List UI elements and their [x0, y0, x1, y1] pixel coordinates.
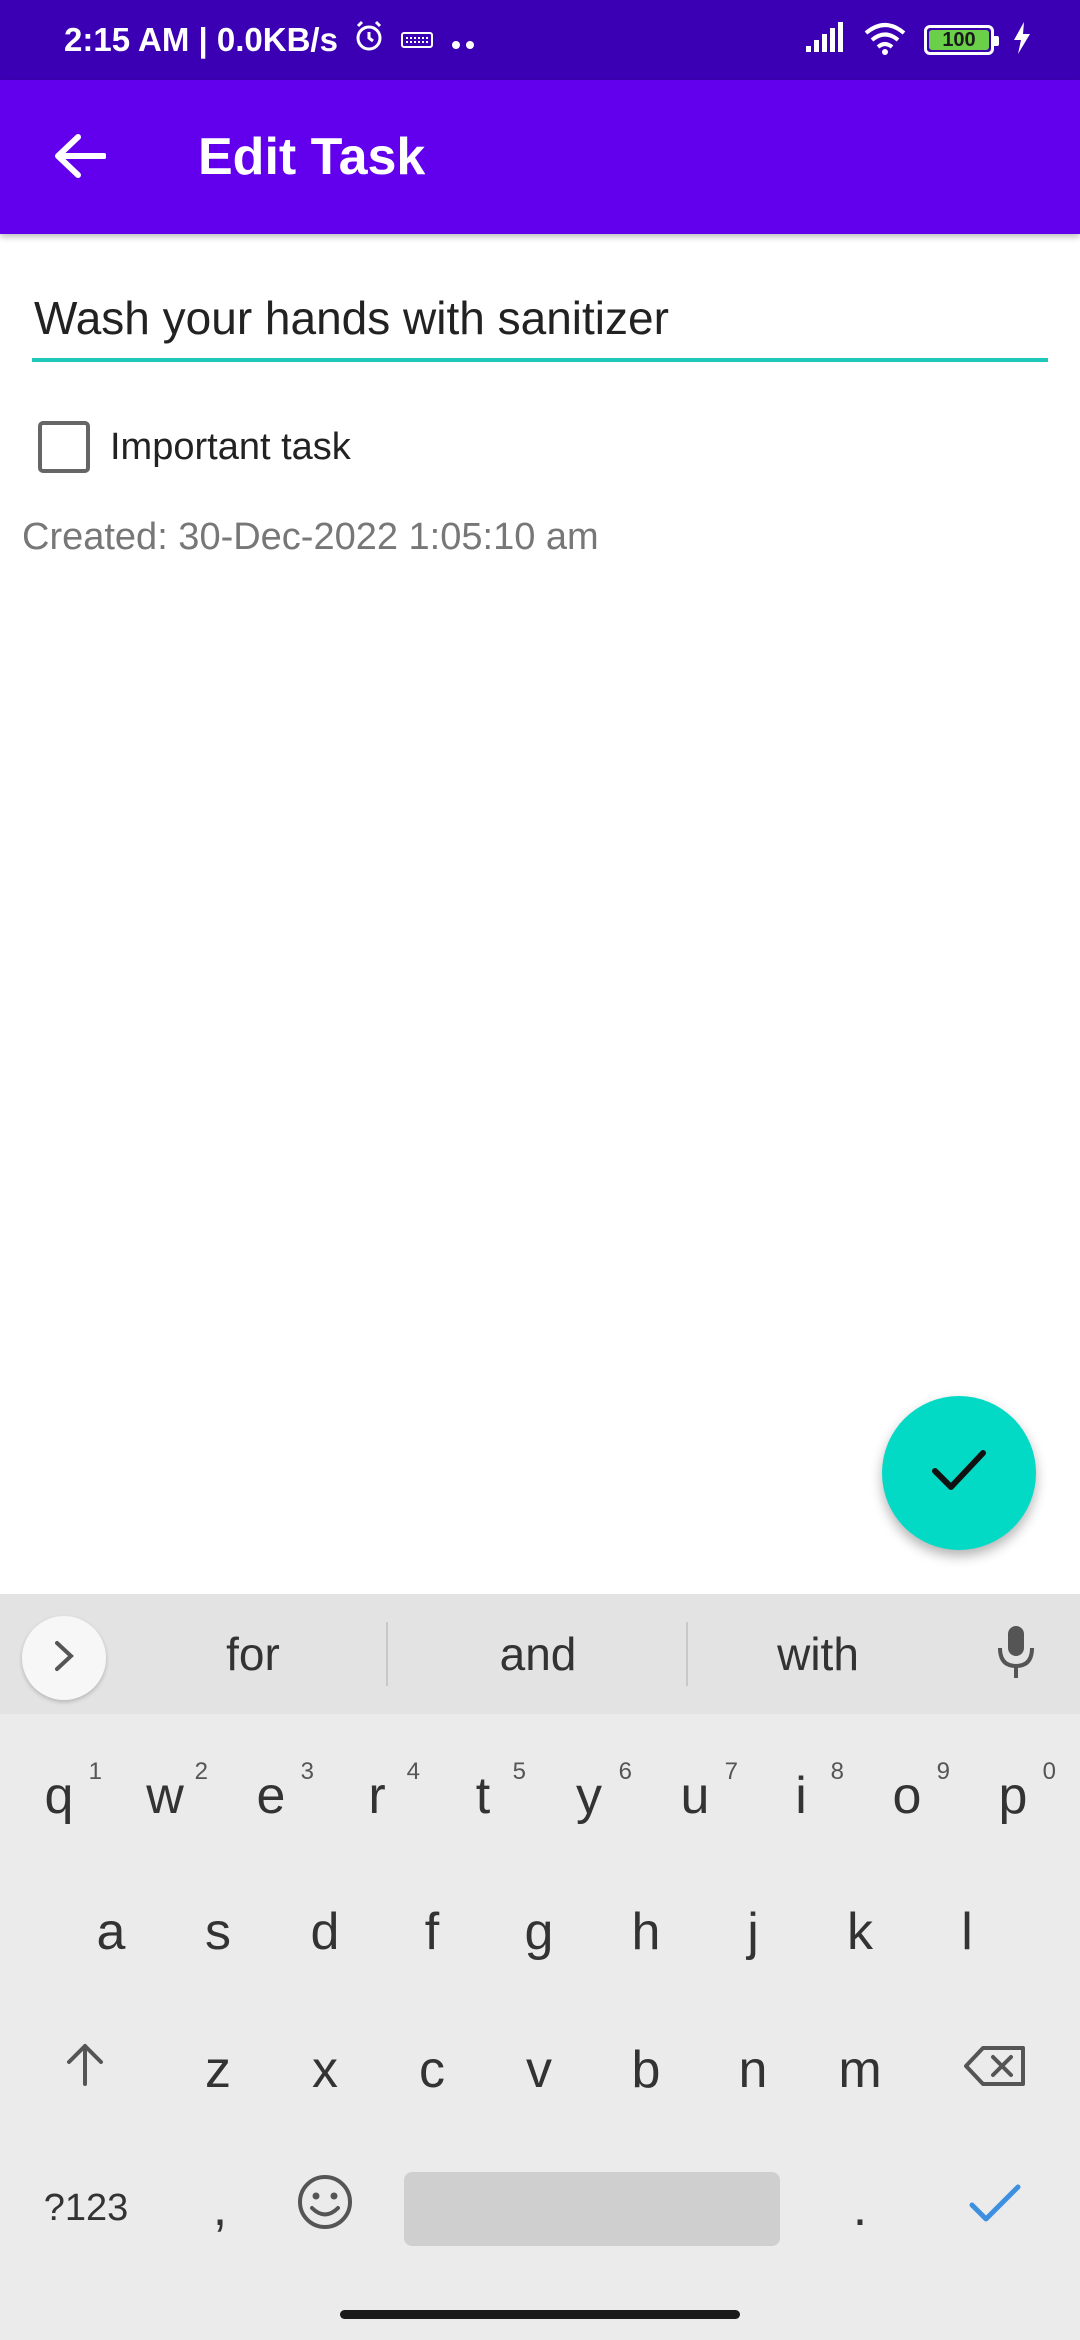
key-i[interactable]: i8 — [748, 1742, 854, 1850]
key-b[interactable]: b — [593, 2016, 699, 2124]
key-n[interactable]: n — [700, 2016, 806, 2124]
suggestion-expand-button[interactable] — [22, 1616, 106, 1700]
arrow-left-icon — [54, 133, 107, 184]
created-timestamp: Created: 30-Dec-2022 1:05:10 am — [22, 516, 599, 558]
important-task-label: Important task — [110, 425, 351, 468]
microphone-icon — [996, 1624, 1036, 1685]
key-hint: 5 — [512, 1758, 526, 1785]
check-enter-icon — [968, 2178, 1022, 2238]
app-bar: Edit Task — [0, 80, 1080, 234]
key-q[interactable]: q1 — [6, 1742, 112, 1850]
key-hint: 8 — [830, 1758, 844, 1785]
battery-level: 100 — [942, 28, 976, 51]
key-o[interactable]: o9 — [854, 1742, 960, 1850]
key-d[interactable]: d — [272, 1878, 378, 1986]
lightning-icon — [1012, 21, 1032, 59]
key-label: t — [475, 1767, 491, 1825]
key-label: o — [892, 1767, 922, 1825]
emoji-key[interactable] — [275, 2154, 375, 2262]
key-r[interactable]: r4 — [324, 1742, 430, 1850]
key-a[interactable]: a — [58, 1878, 164, 1986]
key-w[interactable]: w2 — [112, 1742, 218, 1850]
key-k[interactable]: k — [807, 1878, 913, 1986]
key-label: e — [256, 1767, 286, 1825]
check-icon — [931, 1449, 987, 1498]
battery-icon: 100 — [924, 25, 999, 55]
page-title: Edit Task — [198, 128, 426, 186]
key-hint: 2 — [194, 1758, 208, 1785]
key-label: i — [795, 1767, 807, 1825]
signal-icon — [804, 21, 846, 59]
keyboard-status-icon — [400, 21, 434, 59]
wifi-icon — [864, 21, 906, 60]
key-z[interactable]: z — [165, 2016, 271, 2124]
key-label: u — [680, 1767, 710, 1825]
enter-key[interactable] — [940, 2154, 1050, 2262]
symbols-key[interactable]: ?123 — [16, 2154, 156, 2262]
key-u[interactable]: u7 — [642, 1742, 748, 1850]
key-l[interactable]: l — [914, 1878, 1020, 1986]
key-t[interactable]: t5 — [430, 1742, 536, 1850]
backspace-key[interactable] — [942, 2016, 1048, 2124]
status-left: 2:15 AM | 0.0KB/s — [64, 0, 478, 80]
key-v[interactable]: v — [486, 2016, 592, 2124]
alarm-clock-icon — [352, 19, 386, 61]
microphone-button[interactable] — [980, 1618, 1052, 1690]
key-label: r — [368, 1767, 386, 1825]
key-hint: 3 — [300, 1758, 314, 1785]
key-g[interactable]: g — [486, 1878, 592, 1986]
period-key[interactable]: . — [810, 2154, 910, 2262]
important-task-checkbox[interactable] — [38, 421, 90, 473]
key-hint: 7 — [724, 1758, 738, 1785]
key-y[interactable]: y6 — [536, 1742, 642, 1850]
task-name-input[interactable] — [32, 278, 1048, 362]
suggestion-item[interactable]: with — [690, 1594, 946, 1714]
key-x[interactable]: x — [272, 2016, 378, 2124]
key-hint: 6 — [618, 1758, 632, 1785]
key-hint: 4 — [406, 1758, 420, 1785]
backspace-icon — [963, 2040, 1027, 2100]
key-c[interactable]: c — [379, 2016, 485, 2124]
key-j[interactable]: j — [700, 1878, 806, 1986]
save-fab-button[interactable] — [882, 1396, 1036, 1550]
status-time-network: 2:15 AM | 0.0KB/s — [64, 21, 338, 58]
important-task-row[interactable]: Important task — [38, 420, 351, 474]
key-label: p — [998, 1767, 1028, 1825]
suggestion-divider — [386, 1622, 388, 1686]
key-p[interactable]: p0 — [960, 1742, 1066, 1850]
suggestion-item[interactable]: and — [390, 1594, 686, 1714]
chevron-right-icon — [52, 1639, 76, 1678]
key-f[interactable]: f — [379, 1878, 485, 1986]
key-label: q — [44, 1767, 74, 1825]
suggestion-divider — [686, 1622, 688, 1686]
suggestion-bar: for and with — [0, 1594, 1080, 1714]
key-hint: 0 — [1042, 1758, 1056, 1785]
status-bar: 2:15 AM | 0.0KB/s 100 — [0, 0, 1080, 80]
suggestion-item[interactable]: for — [120, 1594, 386, 1714]
back-button[interactable] — [40, 118, 120, 198]
shift-arrow-icon — [63, 2040, 107, 2101]
status-right: 100 — [804, 0, 1032, 80]
key-label: w — [146, 1767, 184, 1825]
space-key[interactable] — [404, 2172, 780, 2246]
key-e[interactable]: e3 — [218, 1742, 324, 1850]
key-m[interactable]: m — [807, 2016, 913, 2124]
more-notifications-icon — [448, 21, 478, 59]
home-indicator[interactable] — [340, 2310, 740, 2319]
key-s[interactable]: s — [165, 1878, 271, 1986]
key-label: y — [576, 1767, 602, 1825]
key-h[interactable]: h — [593, 1878, 699, 1986]
key-hint: 9 — [936, 1758, 950, 1785]
emoji-icon — [296, 2173, 354, 2244]
comma-key[interactable]: , — [170, 2154, 270, 2262]
key-hint: 1 — [88, 1758, 102, 1785]
shift-key[interactable] — [32, 2016, 138, 2124]
soft-keyboard: for and with q1 w2 e3 r4 t5 y6 u7 i8 o9 … — [0, 1594, 1080, 2340]
